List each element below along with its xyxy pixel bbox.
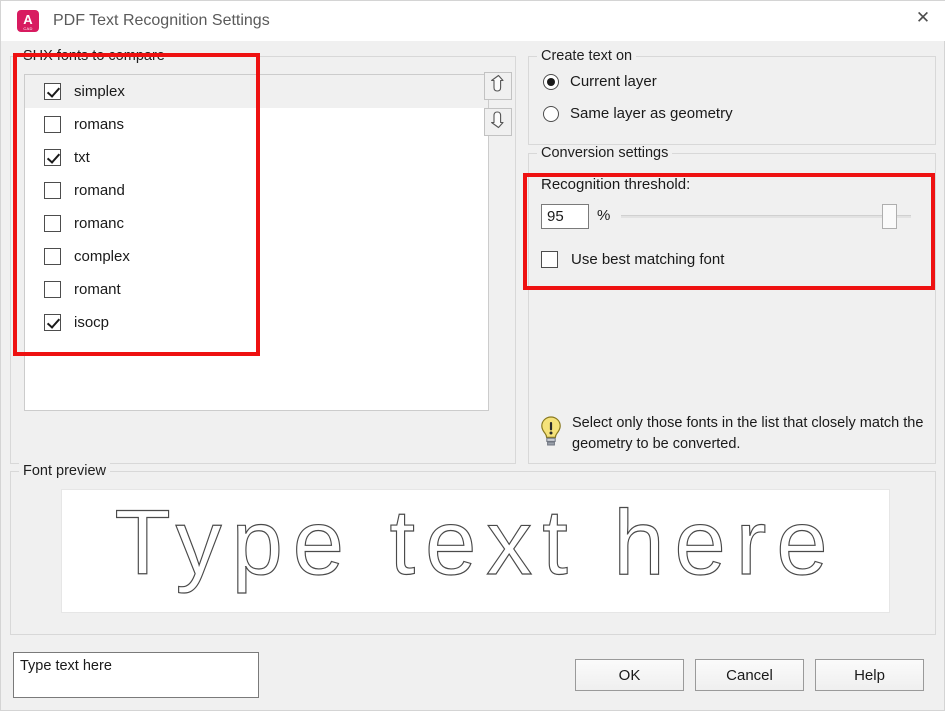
close-icon[interactable]: ✕ bbox=[900, 1, 945, 33]
app-icon-sublabel: CAD bbox=[23, 26, 33, 31]
recognition-threshold-input[interactable]: 95 bbox=[541, 204, 589, 229]
hint-box: Select only those fonts in the list that… bbox=[538, 413, 930, 465]
radio-same-layer-as-geometry[interactable]: Same layer as geometry bbox=[543, 105, 733, 122]
ok-button[interactable]: OK bbox=[575, 659, 684, 691]
list-item-label: romant bbox=[74, 281, 121, 298]
checkbox-txt[interactable] bbox=[44, 149, 61, 166]
list-item[interactable]: simplex bbox=[25, 75, 488, 108]
percent-unit-label: % bbox=[597, 207, 611, 224]
app-icon-letter: A bbox=[23, 12, 33, 27]
list-item-label: isocp bbox=[74, 314, 110, 331]
use-best-matching-font-label: Use best matching font bbox=[571, 251, 725, 268]
font-preview-group: Font preview Type text here bbox=[10, 463, 936, 635]
create-text-on-legend: Create text on bbox=[537, 48, 637, 64]
pdf-text-recognition-settings-dialog: A CAD PDF Text Recognition Settings ✕ SH… bbox=[0, 0, 945, 711]
arrow-down-curved-icon bbox=[490, 110, 507, 134]
checkbox-romanc[interactable] bbox=[44, 215, 61, 232]
list-item[interactable]: romand bbox=[25, 174, 488, 207]
radio-current-layer[interactable]: Current layer bbox=[543, 73, 657, 90]
checkbox-romant[interactable] bbox=[44, 281, 61, 298]
list-item[interactable]: romant bbox=[25, 273, 488, 306]
checkbox-romans[interactable] bbox=[44, 116, 61, 133]
svg-text:Type text here: Type text here bbox=[114, 496, 837, 594]
sample-text-input[interactable]: Type text here bbox=[13, 652, 259, 698]
font-preview-canvas: Type text here bbox=[61, 489, 890, 613]
autocad-a-icon: A CAD bbox=[17, 10, 39, 32]
list-item-label: romand bbox=[74, 182, 125, 199]
recognition-threshold-label: Recognition threshold: bbox=[541, 176, 691, 193]
arrow-up-curved-icon bbox=[490, 74, 507, 98]
move-up-button[interactable] bbox=[484, 72, 512, 100]
create-text-on-group: Create text on Current layer Same layer … bbox=[528, 48, 936, 145]
list-item[interactable]: complex bbox=[25, 240, 488, 273]
shx-fonts-legend: SHX fonts to compare bbox=[19, 48, 169, 64]
recognition-threshold-slider[interactable] bbox=[621, 204, 911, 229]
radio-label: Current layer bbox=[570, 73, 657, 90]
list-item[interactable]: txt bbox=[25, 141, 488, 174]
checkbox-romand[interactable] bbox=[44, 182, 61, 199]
hint-text: Select only those fonts in the list that… bbox=[572, 415, 924, 452]
list-item-label: romans bbox=[74, 116, 125, 133]
list-item-label: txt bbox=[74, 149, 90, 166]
list-item[interactable]: romanc bbox=[25, 207, 488, 240]
radio-dot-same-layer[interactable] bbox=[543, 105, 559, 122]
shx-fonts-group: SHX fonts to compare simplex romans txt … bbox=[10, 48, 516, 505]
lightbulb-icon bbox=[538, 415, 564, 449]
list-item[interactable]: romans bbox=[25, 108, 488, 141]
list-item[interactable]: isocp bbox=[25, 306, 488, 339]
font-preview-legend: Font preview bbox=[19, 463, 111, 479]
list-item-label: simplex bbox=[74, 83, 125, 100]
slider-track[interactable] bbox=[621, 215, 911, 218]
title-bar: A CAD PDF Text Recognition Settings ✕ bbox=[1, 1, 945, 41]
radio-label: Same layer as geometry bbox=[570, 105, 733, 122]
window-title: PDF Text Recognition Settings bbox=[53, 12, 270, 29]
radio-dot-current-layer[interactable] bbox=[543, 73, 559, 90]
font-preview-text: Type text here bbox=[113, 496, 837, 595]
list-item-label: complex bbox=[74, 248, 130, 265]
shx-fonts-listbox[interactable]: simplex romans txt romand romanc complex bbox=[24, 74, 489, 411]
checkbox-use-best-matching-font[interactable] bbox=[541, 251, 558, 268]
move-down-button[interactable] bbox=[484, 108, 512, 136]
conversion-settings-legend: Conversion settings bbox=[537, 145, 673, 161]
list-item-label: romanc bbox=[74, 215, 125, 232]
help-button[interactable]: Help bbox=[815, 659, 924, 691]
checkbox-isocp[interactable] bbox=[44, 314, 61, 331]
checkbox-complex[interactable] bbox=[44, 248, 61, 265]
checkbox-simplex[interactable] bbox=[44, 83, 61, 100]
use-best-matching-font-row[interactable]: Use best matching font bbox=[541, 251, 724, 268]
slider-thumb[interactable] bbox=[882, 204, 897, 229]
cancel-button[interactable]: Cancel bbox=[695, 659, 804, 691]
